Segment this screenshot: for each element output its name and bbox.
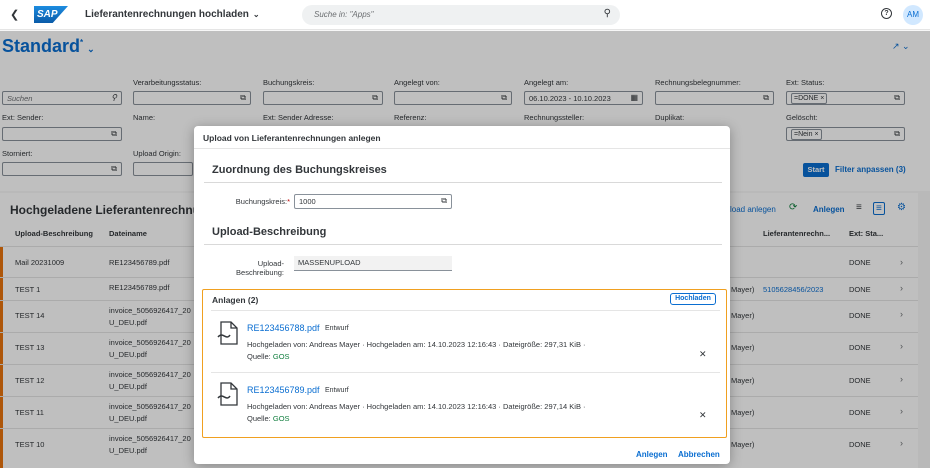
shell-bar: ❮ SAP Lieferantenrechnungen hochladen ⌄ S… — [0, 0, 930, 30]
attachment-status: Entwurf — [325, 387, 349, 394]
back-icon[interactable]: ❮ — [10, 8, 19, 21]
sap-logo[interactable]: SAP — [34, 6, 68, 23]
dialog-create-button[interactable]: Anlegen — [636, 450, 668, 459]
attachment-name-link[interactable]: RE123456788.pdf — [247, 323, 320, 333]
search-input[interactable]: Suche in: "Apps" — [314, 10, 374, 19]
attachment-source-label: Quelle: — [247, 414, 271, 423]
shell-search[interactable]: Suche in: "Apps" ⚲ — [302, 5, 620, 25]
value-help-icon[interactable]: ⧉ — [441, 196, 447, 206]
dialog-cancel-button[interactable]: Abbrechen — [678, 450, 720, 459]
search-icon[interactable]: ⚲ — [604, 8, 611, 19]
divider — [194, 148, 730, 149]
avatar[interactable]: AM — [903, 5, 923, 25]
divider — [204, 182, 722, 183]
attachment-source-value: GOS — [272, 414, 290, 423]
divider — [204, 244, 722, 245]
upload-attachment-button[interactable]: Hochladen — [670, 293, 716, 305]
beschreibung-input[interactable]: MASSENUPLOAD — [294, 256, 452, 271]
section-title-beschreibung: Upload-Beschreibung — [212, 226, 327, 238]
chevron-down-icon: ⌄ — [252, 10, 260, 19]
required-marker: * — [287, 197, 290, 206]
dialog-title: Upload von Lieferantenrechnungen anlegen — [203, 133, 381, 143]
attachment-meta: Hochgeladen von: Andreas Mayer · Hochgel… — [247, 340, 586, 349]
attachment-source-value: GOS — [272, 352, 290, 361]
attachment-meta: Hochgeladen von: Andreas Mayer · Hochgel… — [247, 402, 586, 411]
app-title-text: Lieferantenrechnungen hochladen — [85, 9, 249, 20]
app-title[interactable]: Lieferantenrechnungen hochladen ⌄ — [85, 9, 260, 20]
attachment-name-link[interactable]: RE123456789.pdf — [247, 385, 320, 395]
attachment-source: Quelle: GOS — [247, 350, 290, 363]
attachment-source: Quelle: GOS — [247, 412, 290, 425]
attachment-source-label: Quelle: — [247, 352, 271, 361]
divider — [211, 310, 720, 311]
remove-attachment-icon[interactable]: ✕ — [699, 410, 707, 421]
remove-attachment-icon[interactable]: ✕ — [699, 349, 707, 360]
beschreibung-value: MASSENUPLOAD — [298, 258, 361, 267]
buchungskreis-value: 1000 — [299, 197, 316, 206]
beschreibung-label-line2: Beschreibung: — [236, 268, 284, 277]
divider — [211, 372, 720, 373]
attachment-status: Entwurf — [325, 325, 349, 332]
buchungskreis-label-text: Buchungskreis: — [235, 197, 288, 206]
buchungskreis-label: Buchungskreis:* — [204, 197, 290, 206]
section-title-buchungskreis: Zuordnung des Buchungskreises — [212, 164, 387, 176]
attachments-panel: Anlagen (2) Hochladen RE123456788.pdf En… — [202, 289, 727, 438]
pdf-file-icon — [217, 321, 238, 345]
pdf-file-icon — [217, 382, 238, 406]
beschreibung-label-line1: Upload- — [257, 259, 284, 268]
help-icon[interactable]: ? — [881, 8, 892, 19]
beschreibung-label: Upload- Beschreibung: — [204, 259, 284, 277]
attachments-title: Anlagen (2) — [212, 295, 259, 305]
buchungskreis-input[interactable]: 1000 ⧉ — [294, 194, 452, 209]
